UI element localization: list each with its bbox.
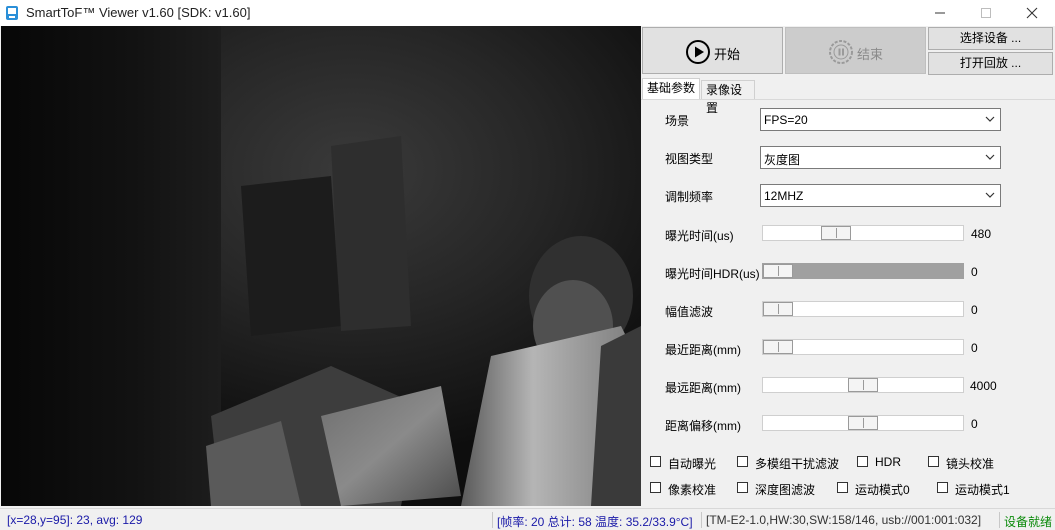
distance-offset-slider-thumb[interactable]	[848, 416, 878, 430]
end-button[interactable]: 结束	[785, 27, 926, 74]
exposure-time-slider[interactable]	[762, 225, 964, 241]
start-button-label: 开始	[714, 47, 741, 62]
stop-icon	[829, 40, 853, 64]
lens-calibration-checkbox-label: 镜头校准	[946, 457, 995, 471]
scene-label: 场景	[665, 114, 690, 128]
max-distance-slider[interactable]	[762, 377, 964, 393]
camera-frame-image	[1, 26, 641, 506]
pixel-info-status: [x=28,y=95]: 23, avg: 129	[7, 513, 143, 527]
camera-view[interactable]	[1, 26, 641, 506]
play-icon	[686, 40, 710, 64]
view-type-label: 视图类型	[665, 152, 714, 166]
min-distance-label: 最近距离(mm)	[665, 343, 741, 357]
end-button-label: 结束	[857, 47, 884, 62]
app-icon	[6, 6, 18, 20]
status-separator	[999, 512, 1000, 528]
scene-select[interactable]: FPS=20	[760, 108, 1001, 131]
amplitude-filter-value: 0	[971, 303, 978, 317]
modulation-frequency-select[interactable]: 12MHZ	[760, 184, 1001, 207]
status-separator	[701, 512, 702, 528]
close-icon[interactable]	[1009, 0, 1055, 26]
modulation-frequency-select-value: 12MHZ	[764, 189, 804, 203]
exposure-time-value: 480	[971, 227, 992, 241]
checkbox-box[interactable]	[737, 482, 748, 493]
amplitude-filter-label: 幅值滤波	[665, 305, 714, 319]
chevron-down-icon	[985, 154, 995, 160]
depth-filter-checkbox-label: 深度图滤波	[755, 483, 816, 497]
min-distance-slider[interactable]	[762, 339, 964, 355]
minimize-icon[interactable]	[917, 0, 963, 26]
window-title: SmartToF™ Viewer v1.60 [SDK: v1.60]	[26, 5, 251, 20]
tab-bar: 基础参数 录像设置	[641, 78, 1055, 115]
amplitude-filter-slider[interactable]	[762, 301, 964, 317]
checkbox-box[interactable]	[650, 482, 661, 493]
min-distance-value: 0	[971, 341, 978, 355]
max-distance-slider-thumb[interactable]	[848, 378, 878, 392]
view-type-select-value: 灰度图	[764, 153, 801, 167]
checkbox-box[interactable]	[937, 482, 948, 493]
open-playback-button[interactable]: 打开回放 ...	[928, 52, 1053, 75]
start-button[interactable]: 开始	[642, 27, 783, 74]
view-type-select[interactable]: 灰度图	[760, 146, 1001, 169]
tab-record-settings[interactable]: 录像设置	[701, 80, 755, 115]
hdr-checkbox-label: HDR	[875, 455, 901, 469]
exposure-time-slider-thumb[interactable]	[821, 226, 851, 240]
status-bar: [x=28,y=95]: 23, avg: 129 [帧率: 20 总计: 58…	[0, 508, 1055, 530]
pixel-calibration-checkbox-label: 像素校准	[668, 483, 717, 497]
distance-offset-value: 0	[971, 417, 978, 431]
maximize-icon[interactable]	[963, 0, 1009, 26]
checkbox-box[interactable]	[837, 482, 848, 493]
exposure-time-hdr-label: 曝光时间HDR(us)	[665, 267, 760, 281]
exposure-time-label: 曝光时间(us)	[665, 229, 734, 243]
checkbox-box[interactable]	[928, 456, 939, 467]
status-separator	[492, 512, 493, 528]
distance-offset-slider[interactable]	[762, 415, 964, 431]
checkbox-box[interactable]	[737, 456, 748, 467]
checkbox-box[interactable]	[650, 456, 661, 467]
max-distance-value: 4000	[970, 379, 997, 393]
motion-mode-0-checkbox-label: 运动模式0	[855, 483, 910, 497]
frame-info-status: [帧率: 20 总计: 58 温度: 35.2/33.9°C]	[497, 515, 693, 529]
control-panel: 开始 结束 选择设备 ... 打开回放 ... 基础参数 录像设置 场景 FPS…	[641, 26, 1055, 508]
multi-module-filter-checkbox-label: 多模组干扰滤波	[755, 457, 840, 471]
modulation-frequency-label: 调制频率	[665, 190, 714, 204]
exposure-time-hdr-slider-thumb[interactable]	[763, 264, 793, 278]
chevron-down-icon	[985, 116, 995, 122]
exposure-time-hdr-slider[interactable]	[762, 263, 964, 279]
motion-mode-1-checkbox-label: 运动模式1	[955, 483, 1010, 497]
distance-offset-label: 距离偏移(mm)	[665, 419, 741, 433]
select-device-button[interactable]: 选择设备 ...	[928, 27, 1053, 50]
tab-basic-params[interactable]: 基础参数	[642, 78, 700, 100]
exposure-time-hdr-value: 0	[971, 265, 978, 279]
auto-exposure-checkbox-label: 自动曝光	[668, 457, 717, 471]
max-distance-label: 最远距离(mm)	[665, 381, 741, 395]
device-ready-status: 设备就绪	[1004, 515, 1053, 529]
chevron-down-icon	[985, 192, 995, 198]
min-distance-slider-thumb[interactable]	[763, 340, 793, 354]
tab-divider	[641, 99, 1055, 100]
checkbox-box[interactable]	[857, 456, 868, 467]
scene-select-value: FPS=20	[764, 113, 808, 127]
device-info-status: [TM-E2-1.0,HW:30,SW:158/146, usb://001:0…	[706, 513, 982, 527]
amplitude-filter-slider-thumb[interactable]	[763, 302, 793, 316]
title-bar: SmartToF™ Viewer v1.60 [SDK: v1.60]	[0, 0, 1055, 26]
